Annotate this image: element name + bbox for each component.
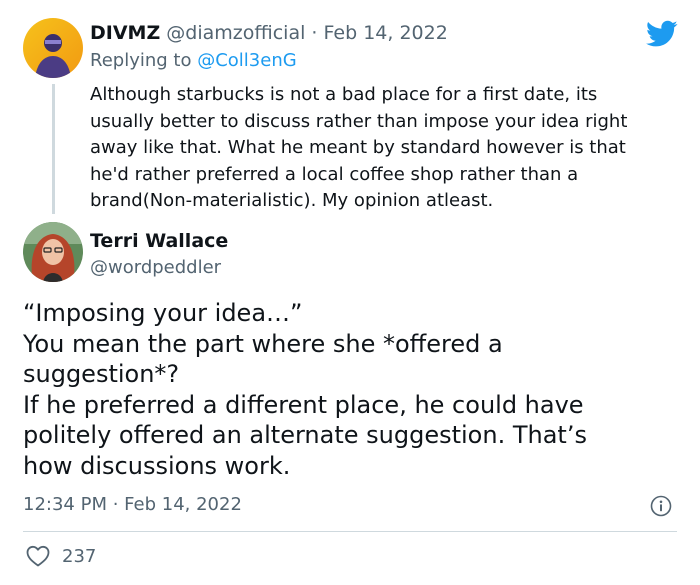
main-text-line: how discussions work. bbox=[23, 451, 291, 480]
main-author-name[interactable]: Terri Wallace bbox=[90, 230, 228, 252]
reply-author-name[interactable]: DIVMZ bbox=[90, 22, 160, 44]
main-text-line: “Imposing your idea…” bbox=[23, 299, 303, 327]
info-icon[interactable] bbox=[650, 495, 672, 517]
reply-separator: · bbox=[305, 22, 324, 44]
twitter-bird-icon[interactable] bbox=[646, 20, 678, 48]
reply-text-line: he'd rather preferred a local coffee sho… bbox=[90, 163, 579, 185]
reply-author-handle[interactable]: @diamzofficial bbox=[166, 22, 305, 44]
main-text-line: politely offered an alternate suggestion… bbox=[23, 421, 587, 449]
replying-to-handle[interactable]: @Coll3enG bbox=[197, 50, 296, 71]
replying-to-label: Replying to bbox=[90, 50, 198, 71]
timestamp-separator: · bbox=[106, 494, 125, 515]
avatar-terri-wallace[interactable] bbox=[23, 222, 83, 282]
avatar-divmz[interactable] bbox=[23, 18, 83, 78]
tweet-date: Feb 14, 2022 bbox=[124, 494, 242, 515]
reply-date[interactable]: Feb 14, 2022 bbox=[324, 22, 448, 44]
like-count: 237 bbox=[62, 546, 97, 567]
heart-icon[interactable] bbox=[26, 545, 50, 567]
tweet-time: 12:34 PM bbox=[23, 494, 107, 515]
divider bbox=[23, 531, 677, 532]
main-tweet-text: “Imposing your idea…” You mean the part … bbox=[23, 298, 683, 481]
thread-connector bbox=[52, 84, 55, 214]
reply-text-line: away like that. What he meant by standar… bbox=[90, 137, 626, 158]
main-text-line: If he preferred a different place, he co… bbox=[23, 390, 584, 419]
main-text-line: You mean the part where she *offered a bbox=[23, 329, 503, 358]
reply-tweet-text: Although starbucks is not a bad place fo… bbox=[90, 82, 680, 215]
reply-tweet-header: DIVMZ @diamzofficial · Feb 14, 2022 bbox=[90, 22, 448, 44]
main-text-line: suggestion*? bbox=[23, 360, 180, 388]
reply-text-line: usually better to discuss rather than im… bbox=[90, 110, 628, 132]
main-author-handle[interactable]: @wordpeddler bbox=[90, 257, 221, 278]
reply-text-line: brand(Non-materialistic). My opinion atl… bbox=[90, 190, 494, 211]
tweet-timestamp[interactable]: 12:34 PM · Feb 14, 2022 bbox=[23, 494, 242, 515]
reply-text-line: Although starbucks is not a bad place fo… bbox=[90, 84, 598, 105]
replying-to: Replying to @Coll3enG bbox=[90, 50, 297, 71]
